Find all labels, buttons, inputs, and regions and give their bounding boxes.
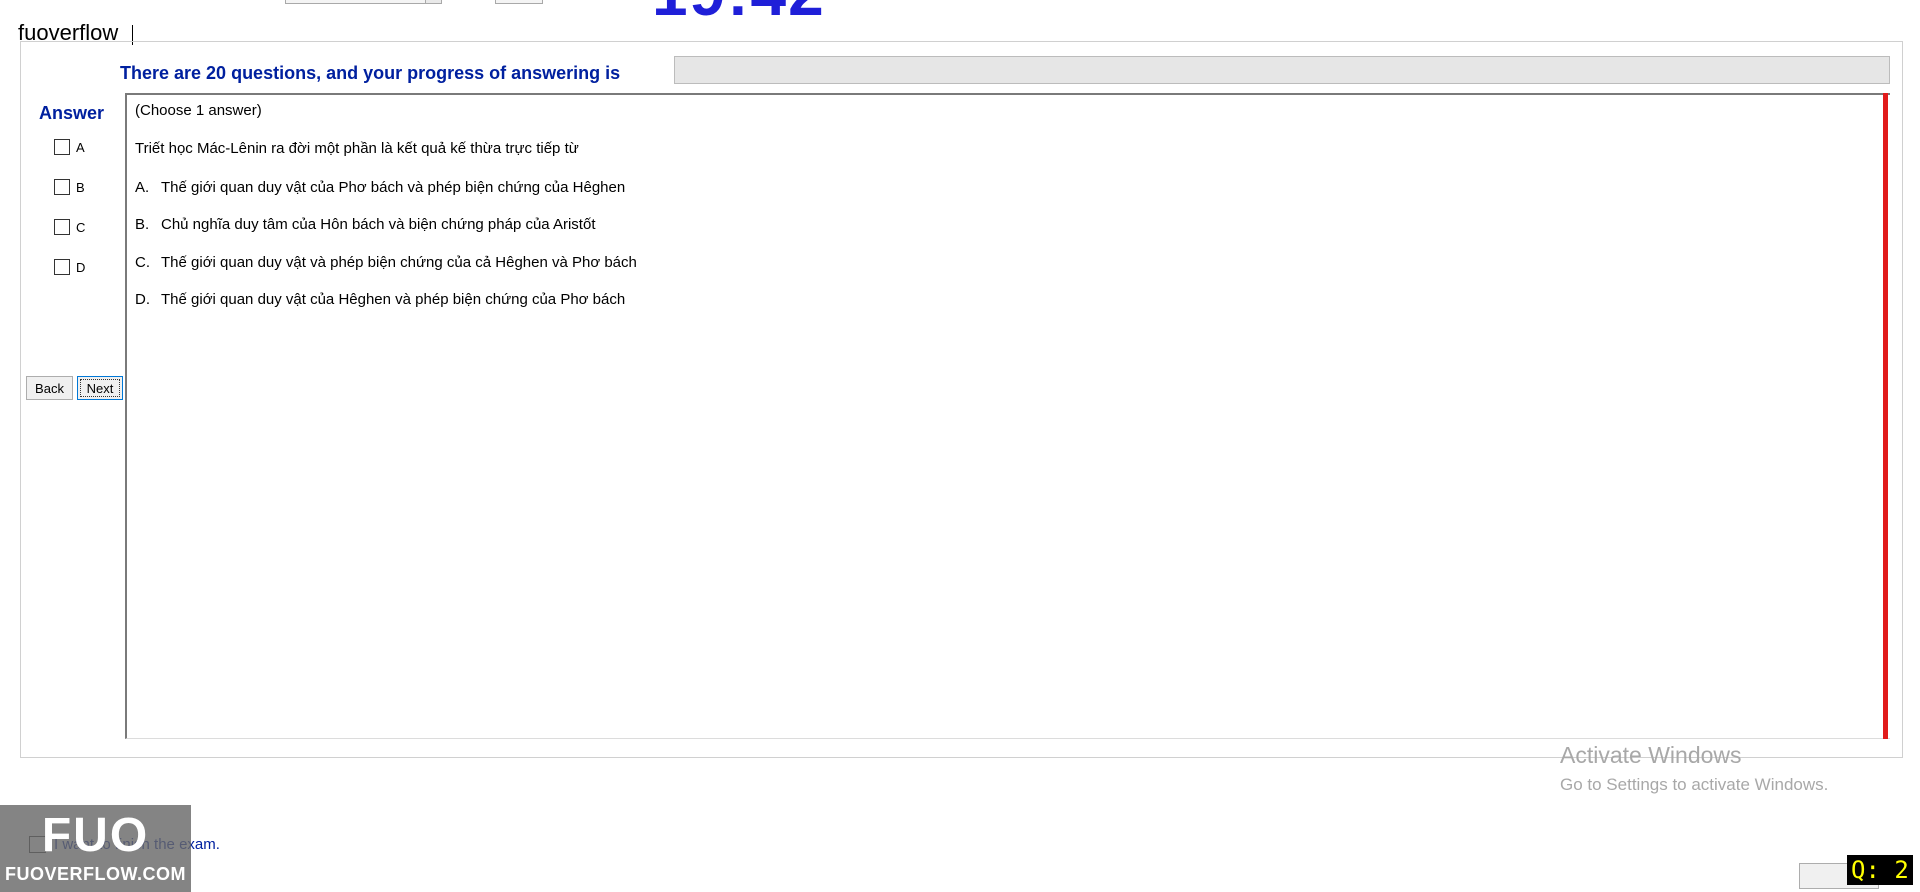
option-label-d: D (76, 259, 86, 275)
question-counter: Q: 2 (1847, 855, 1913, 885)
answer-option-b[interactable]: B (54, 179, 85, 195)
option-label-b: B (76, 179, 85, 195)
logo-site: FUOVERFLOW.COM (5, 864, 186, 884)
choice-letter: A. (135, 179, 150, 196)
logo-mark: FUO (41, 809, 150, 862)
exam-timer: 19:42 (652, 0, 826, 30)
option-label-c: C (76, 219, 86, 235)
choice-c: C. Thế giới quan duy vật và phép biện chứ… (135, 254, 637, 271)
progress-label: There are 20 questions, and your progres… (120, 63, 621, 83)
top-dropdown[interactable] (285, 0, 442, 4)
choice-b: B. Chủ nghĩa duy tâm của Hôn bách và biện… (135, 216, 596, 233)
top-small-control[interactable] (495, 0, 543, 4)
answer-title: Answer (39, 103, 105, 123)
activate-windows-watermark: Activate Windows Go to Settings to activ… (1560, 742, 1828, 795)
chevron-down-icon (425, 0, 441, 3)
choice-a: A. Thế giới quan duy vật của Phơ bách và … (135, 179, 625, 196)
question-scrollbar[interactable] (1883, 93, 1888, 739)
back-button[interactable]: Back (26, 376, 73, 400)
choice-d: D. Thế giới quan duy vật của Hêghen và ph… (135, 291, 625, 308)
fuo-logo: FUO FUOVERFLOW.COM (0, 805, 191, 892)
question-text: Triết học Mác-Lênin ra đời một phần là k… (135, 140, 579, 157)
option-label-a: A (76, 139, 85, 155)
choice-letter: C. (135, 254, 150, 271)
checkbox-a[interactable] (54, 139, 70, 155)
answer-option-d[interactable]: D (54, 259, 85, 275)
checkbox-b[interactable] (54, 179, 70, 195)
choice-text: Thế giới quan duy vật và phép biện chứng… (161, 254, 637, 271)
next-button[interactable]: Next (77, 376, 123, 400)
choice-text: Thế giới quan duy vật của Phơ bách và ph… (161, 179, 626, 196)
choice-text: Thế giới quan duy vật của Hêghen và phép… (161, 291, 626, 308)
choice-text: Chủ nghĩa duy tâm của Hôn bách và biện c… (161, 216, 596, 233)
choice-letter: B. (135, 216, 150, 233)
choice-letter: D. (135, 291, 150, 308)
watermark-line1: Activate Windows (1560, 742, 1742, 768)
answer-option-c[interactable]: C (54, 219, 85, 235)
checkbox-d[interactable] (54, 259, 70, 275)
progress-bar (674, 56, 1890, 84)
checkbox-c[interactable] (54, 219, 70, 235)
question-instruction: (Choose 1 answer) (135, 102, 262, 119)
watermark-line2: Go to Settings to activate Windows. (1560, 775, 1829, 794)
answer-option-a[interactable]: A (54, 139, 85, 155)
